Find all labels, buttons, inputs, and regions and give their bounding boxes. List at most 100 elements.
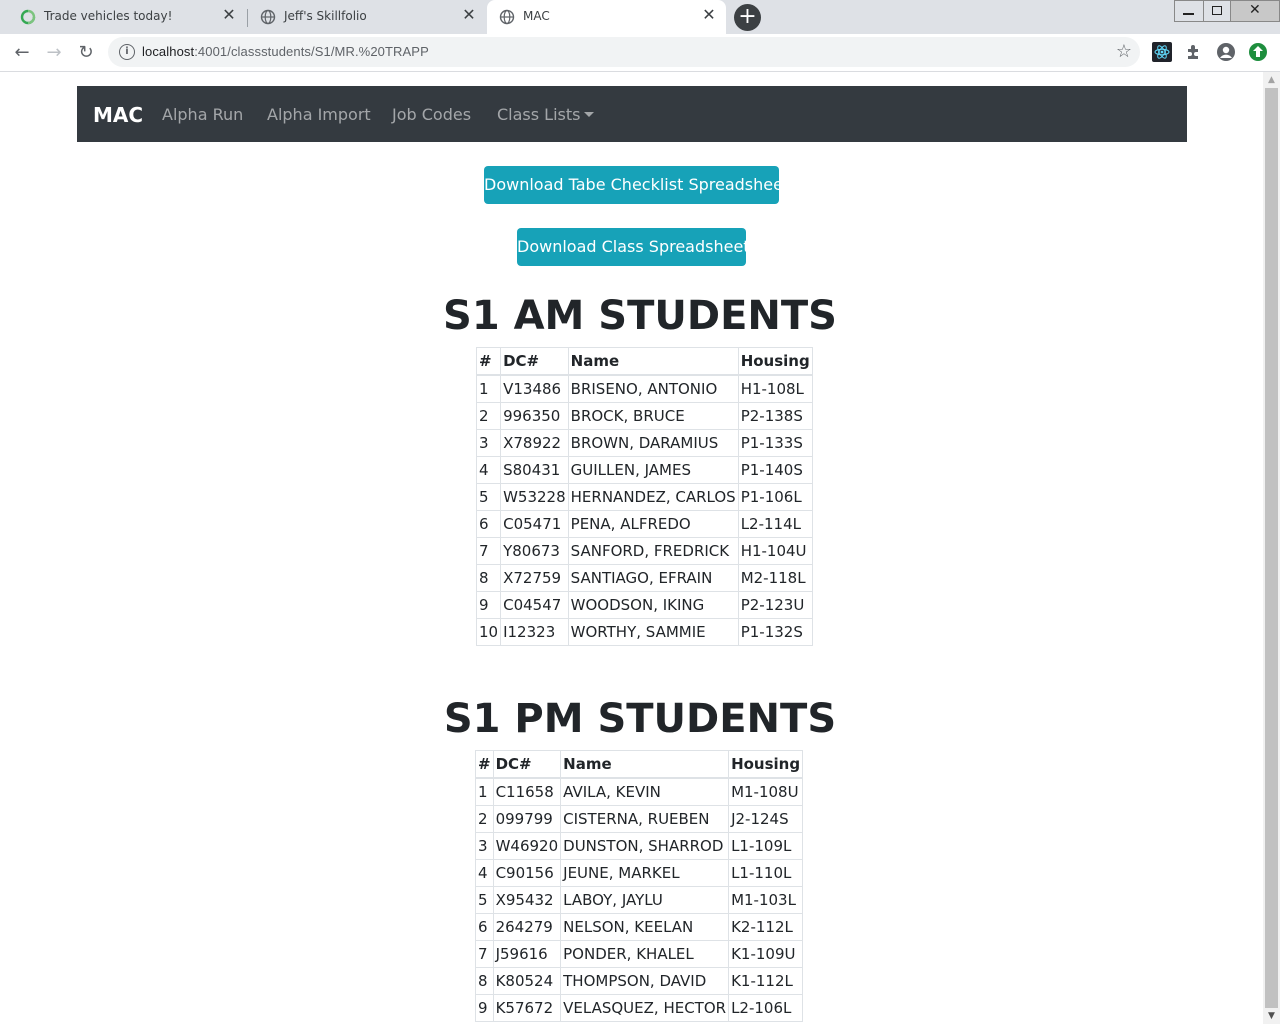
table-row: 2 099799 CISTERNA, RUEBEN J2-124S [475,805,804,833]
table-row: 1 V13486 BRISENO, ANTONIO H1-108L [475,374,813,403]
student-name: AVILA, KEVIN [560,777,730,806]
download-tabe-checklist-button[interactable]: Download Tabe Checklist Spreadsheet [484,166,789,204]
puzzle-extensions-icon[interactable] [1184,42,1204,62]
housing: P1-106L [737,483,813,511]
table-row: 9 K57672 VELASQUEZ, HECTOR L2-106L [475,994,804,1022]
housing: K1-112L [728,967,804,995]
scroll-thumb[interactable] [1265,88,1278,1008]
student-name: PENA, ALFREDO [567,510,739,538]
dc-number: C04547 [500,591,569,619]
reload-icon[interactable]: ↻ [74,41,98,65]
housing: L2-106L [728,994,804,1022]
row-number: 4 [475,456,502,484]
refresh-favicon-icon [20,9,36,25]
restore-icon [1212,6,1222,15]
browser-tab-2[interactable]: Jeff's Skillfolio ✕ [248,0,486,34]
table-row: 9 C04547 WOODSON, IKING P2-123U [475,591,813,619]
dc-number: S80431 [500,456,569,484]
close-tab-icon[interactable]: ✕ [222,7,236,23]
row-number: 5 [475,886,494,914]
row-number: 8 [475,564,502,592]
dc-number: I12323 [500,618,569,646]
url-text[interactable]: localhost:4001/classstudents/S1/MR.%20TR… [142,44,429,59]
forward-arrow-icon[interactable]: → [42,41,66,65]
housing: K1-109U [728,940,804,968]
close-window-button[interactable]: ✕ [1230,0,1280,22]
nav-alpha-import[interactable]: Alpha Import [267,105,371,124]
address-bar[interactable]: i localhost:4001/classstudents/S1/MR.%20… [108,37,1140,67]
nav-alpha-run[interactable]: Alpha Run [162,105,243,124]
column-header: # [475,750,494,779]
scroll-up-arrow-icon[interactable]: ▲ [1263,72,1280,88]
student-name: SANFORD, FREDRICK [567,537,739,565]
tab-title: Trade vehicles today! [44,9,173,23]
update-arrow-icon[interactable] [1248,42,1268,62]
nav-class-lists-dropdown[interactable]: Class Lists [497,105,595,124]
globe-icon [499,9,515,25]
tab-strip: Trade vehicles today! ✕ Jeff's Skillfoli… [0,0,1280,34]
student-name: CISTERNA, RUEBEN [560,805,730,833]
browser-tab-active[interactable]: MAC ✕ [487,0,726,34]
housing: J2-124S [728,805,804,833]
url-path: :4001/classstudents/S1/MR.%20TRAPP [194,44,429,59]
row-number: 7 [475,537,502,565]
dc-number: X78922 [500,429,569,457]
dc-number: K80524 [492,967,562,995]
housing: P1-140S [737,456,813,484]
brand-logo[interactable]: MAC [93,103,143,127]
column-header: DC# [492,750,562,779]
nav-class-lists-label: Class Lists [497,105,581,124]
student-name: DUNSTON, SHARROD [560,832,730,860]
dc-number: X95432 [492,886,562,914]
table-row: 5 X95432 LABOY, JAYLU M1-103L [475,886,804,914]
student-name: BRISENO, ANTONIO [567,374,739,403]
close-tab-icon[interactable]: ✕ [702,7,716,23]
housing: L1-109L [728,832,804,860]
row-number: 6 [475,510,502,538]
caret-down-icon [584,111,595,117]
download-class-spreadsheet-button[interactable]: Download Class Spreadsheet [517,228,750,266]
table-row: 6 264279 NELSON, KEELAN K2-112L [475,913,804,941]
new-tab-button[interactable]: + [734,4,761,31]
browser-tab-1[interactable]: Trade vehicles today! ✕ [8,0,246,34]
globe-icon [260,9,276,25]
nav-job-codes[interactable]: Job Codes [392,105,471,124]
dc-number: V13486 [500,374,569,403]
pm-students-heading: S1 PM STUDENTS [443,696,837,742]
tab-title: MAC [523,9,550,23]
am-students-table: # DC# Name Housing 1 V13486 BRISENO, ANTONIO H… [475,347,813,646]
table-row: 3 X78922 BROWN, DARAMIUS P1-133S [475,429,813,457]
table-header-row: # DC# Name Housing [475,750,804,779]
row-number: 6 [475,913,494,941]
react-devtools-icon[interactable] [1152,42,1172,62]
dc-number: J59616 [492,940,562,968]
table-row: 7 Y80673 SANFORD, FREDRICK H1-104U [475,537,813,565]
student-name: PONDER, KHALEL [560,940,730,968]
housing: P1-133S [737,429,813,457]
dc-number: W46920 [492,832,562,860]
info-icon[interactable]: i [119,44,135,60]
student-name: HERNANDEZ, CARLOS [567,483,739,511]
row-number: 1 [475,777,494,806]
close-tab-icon[interactable]: ✕ [462,7,476,23]
bookmark-star-icon[interactable]: ☆ [1116,41,1132,62]
row-number: 9 [475,591,502,619]
page-scrollbar[interactable]: ▲ ▼ [1263,72,1280,1024]
student-name: LABOY, JAYLU [560,886,730,914]
scroll-down-arrow-icon[interactable]: ▼ [1263,1008,1280,1024]
tab-title: Jeff's Skillfolio [284,9,367,23]
housing: H1-108L [737,374,813,403]
student-name: WOODSON, IKING [567,591,739,619]
table-row: 8 K80524 THOMPSON, DAVID K1-112L [475,967,804,995]
dc-number: C90156 [492,859,562,887]
table-row: 8 X72759 SANTIAGO, EFRAIN M2-118L [475,564,813,592]
restore-button[interactable] [1203,0,1231,22]
pm-students-table: # DC# Name Housing 1 C11658 AVILA, KEVIN M1-10… [475,750,804,1022]
minimize-button[interactable] [1174,0,1204,22]
row-number: 1 [475,374,502,403]
back-arrow-icon[interactable]: ← [10,41,34,65]
profile-avatar-icon[interactable] [1216,42,1236,62]
housing: K2-112L [728,913,804,941]
row-number: 10 [475,618,502,646]
browser-toolbar: ← → ↻ i localhost:4001/classstudents/S1/… [0,34,1280,72]
